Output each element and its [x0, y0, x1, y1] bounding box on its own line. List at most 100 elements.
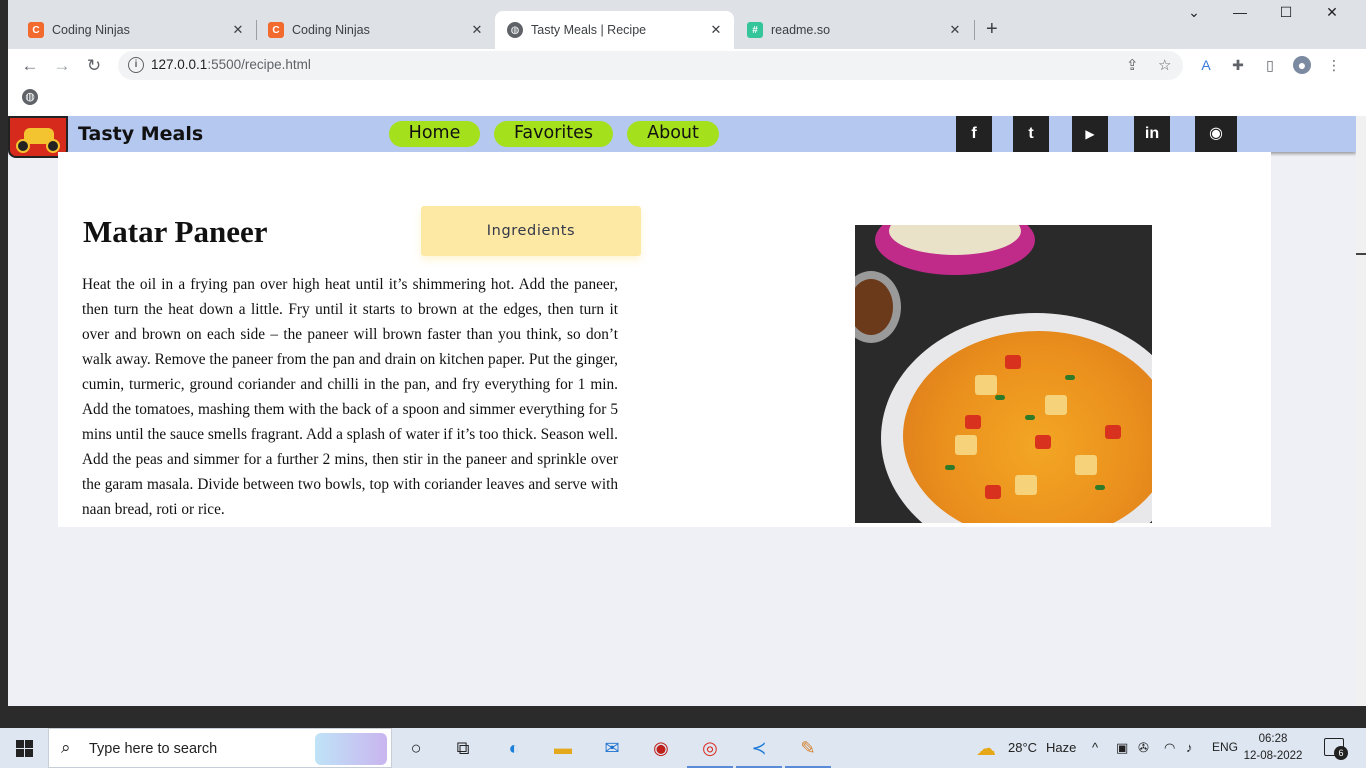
photo-paneer — [1045, 395, 1067, 415]
browser-toolbar: ← → ↻ i 127.0.0.1:5500/recipe.html ⇪ ☆ — [8, 49, 1366, 82]
coding-ninjas-favicon-icon: C — [268, 22, 284, 38]
tab-title: Tasty Meals | Recipe — [531, 23, 647, 37]
ingredients-button[interactable]: Ingredients — [421, 206, 641, 256]
search-highlight-illustration — [315, 733, 387, 765]
tab-coding-ninjas-2[interactable]: C Coding Ninjas ✕ — [256, 11, 495, 49]
tab-strip: C Coding Ninjas ✕ C Coding Ninjas ✕ ◍ Ta… — [8, 0, 1366, 49]
language-indicator[interactable]: ENG — [1212, 740, 1238, 754]
matar-paneer-photo — [855, 225, 1152, 523]
close-icon[interactable]: ✕ — [708, 22, 724, 38]
reload-icon[interactable]: ↻ — [82, 54, 106, 78]
meet-now-icon[interactable]: ▣ — [1116, 740, 1128, 756]
notification-count-badge: 6 — [1334, 746, 1348, 760]
extensions-puzzle-icon[interactable]: ✚ — [1229, 56, 1247, 74]
task-view-icon[interactable]: ⧉ — [448, 734, 478, 762]
search-placeholder: Type here to search — [89, 741, 218, 757]
facebook-icon[interactable]: f — [956, 116, 992, 152]
photo-herb — [1025, 415, 1035, 420]
app-red-icon[interactable]: ◉ — [646, 734, 676, 762]
close-icon[interactable]: ✕ — [469, 22, 485, 38]
tab-separator — [974, 20, 975, 40]
site-info-icon[interactable]: i — [128, 57, 144, 73]
window-close-button[interactable]: ✕ — [1309, 4, 1355, 26]
tab-search-button[interactable]: ⌄ — [1171, 4, 1217, 26]
profile-avatar-icon[interactable]: ● — [1293, 56, 1311, 74]
page-scrollbar[interactable] — [1356, 116, 1366, 706]
photo-herb — [995, 395, 1005, 400]
close-icon[interactable]: ✕ — [230, 22, 246, 38]
photo-paneer — [975, 375, 997, 395]
site-navbar: Tasty Meals Home Favorites About f t ▶ i… — [8, 116, 1356, 158]
nav-favorites-link[interactable]: Favorites — [494, 121, 613, 147]
brand-name[interactable]: Tasty Meals — [78, 123, 203, 145]
file-explorer-icon[interactable]: ▬ — [548, 734, 578, 762]
side-panel-icon[interactable]: ▯ — [1261, 56, 1279, 74]
linkedin-icon[interactable]: in — [1134, 116, 1170, 152]
photo-herb — [1095, 485, 1105, 490]
twitter-icon[interactable]: t — [1013, 116, 1049, 152]
photo-paneer — [955, 435, 977, 455]
bookmarks-bar: ◍ — [8, 82, 1366, 116]
url-text: 127.0.0.1:5500/recipe.html — [151, 57, 311, 72]
recipe-card: Matar Paneer Ingredients Heat the oil in… — [58, 152, 1271, 527]
scrollbar-thumb[interactable] — [1356, 253, 1366, 255]
tab-tasty-meals-recipe[interactable]: ◍ Tasty Meals | Recipe ✕ — [495, 11, 734, 49]
photo-herb — [1065, 375, 1075, 380]
recipe-instructions: Heat the oil in a frying pan over high h… — [82, 276, 618, 518]
browser-window: C Coding Ninjas ✕ C Coding Ninjas ✕ ◍ Ta… — [8, 0, 1366, 116]
coding-ninjas-favicon-icon: C — [28, 22, 44, 38]
nav-home-link[interactable]: Home — [389, 121, 480, 147]
tab-coding-ninjas-1[interactable]: C Coding Ninjas ✕ — [16, 11, 256, 49]
windows-taskbar: ⌕ Type here to search ○ ⧉ ◐ ▬ ✉ ◉ ◎ ≺ ✎ … — [0, 728, 1366, 768]
address-bar[interactable]: i 127.0.0.1:5500/recipe.html ⇪ ☆ — [118, 51, 1183, 80]
clock-time: 06:28 — [1258, 733, 1288, 745]
extension-a-icon[interactable]: A — [1197, 56, 1215, 74]
tab-title: Coding Ninjas — [52, 23, 130, 37]
logo-wheel — [46, 139, 60, 153]
edge-browser-icon[interactable]: ◐ — [499, 734, 529, 762]
back-arrow-icon[interactable]: ← — [18, 54, 42, 78]
forward-arrow-icon[interactable]: → — [50, 54, 74, 78]
photo-paneer — [1075, 455, 1097, 475]
volume-icon[interactable]: ♪ — [1186, 740, 1193, 755]
recipe-title: Matar Paneer — [83, 214, 268, 249]
readme-favicon-icon: # — [747, 22, 763, 38]
nav-about-link[interactable]: About — [627, 121, 719, 147]
vscode-icon[interactable]: ≺ — [744, 734, 774, 762]
github-icon[interactable]: ◉ — [1195, 116, 1237, 152]
weather-desc[interactable]: Haze — [1046, 740, 1076, 755]
taskbar-search[interactable]: ⌕ Type here to search — [48, 728, 392, 768]
photo-paneer — [1015, 475, 1037, 495]
globe-bookmark-icon[interactable]: ◍ — [22, 89, 38, 105]
bookmark-star-icon[interactable]: ☆ — [1158, 56, 1171, 74]
tab-title: readme.so — [771, 23, 831, 37]
photo-tomato — [965, 415, 981, 429]
weather-icon[interactable]: ☁ — [976, 736, 996, 761]
wifi-icon[interactable]: ◠ — [1164, 740, 1175, 756]
maximize-button[interactable]: ☐ — [1263, 4, 1309, 26]
minimize-button[interactable]: — — [1217, 4, 1263, 26]
mail-icon[interactable]: ✉ — [597, 734, 627, 762]
input-method-icon[interactable]: ✇ — [1138, 740, 1149, 756]
logo-wheel — [16, 139, 30, 153]
windows-start-icon[interactable] — [16, 740, 33, 757]
close-icon[interactable]: ✕ — [947, 22, 963, 38]
clock-date: 12-08-2022 — [1243, 750, 1303, 762]
show-hidden-icons-icon[interactable]: ^ — [1092, 740, 1098, 755]
globe-favicon-icon: ◍ — [507, 22, 523, 38]
chrome-icon[interactable]: ◎ — [695, 734, 725, 762]
tab-readme-so[interactable]: # readme.so ✕ — [735, 11, 973, 49]
paint-icon[interactable]: ✎ — [793, 734, 823, 762]
new-tab-button[interactable]: + — [986, 18, 998, 40]
tab-title: Coding Ninjas — [292, 23, 370, 37]
page-viewport: Tasty Meals Home Favorites About f t ▶ i… — [8, 116, 1356, 706]
photo-tomato — [985, 485, 1001, 499]
youtube-icon[interactable]: ▶ — [1072, 116, 1108, 152]
photo-tomato — [1035, 435, 1051, 449]
search-icon: ⌕ — [61, 738, 71, 757]
cortana-icon[interactable]: ○ — [401, 734, 431, 762]
menu-dots-icon[interactable]: ⋮ — [1325, 56, 1343, 74]
share-icon[interactable]: ⇪ — [1126, 56, 1139, 74]
system-clock[interactable]: 06:28 12-08-2022 — [1238, 731, 1308, 765]
weather-temp[interactable]: 28°C — [1008, 740, 1037, 755]
